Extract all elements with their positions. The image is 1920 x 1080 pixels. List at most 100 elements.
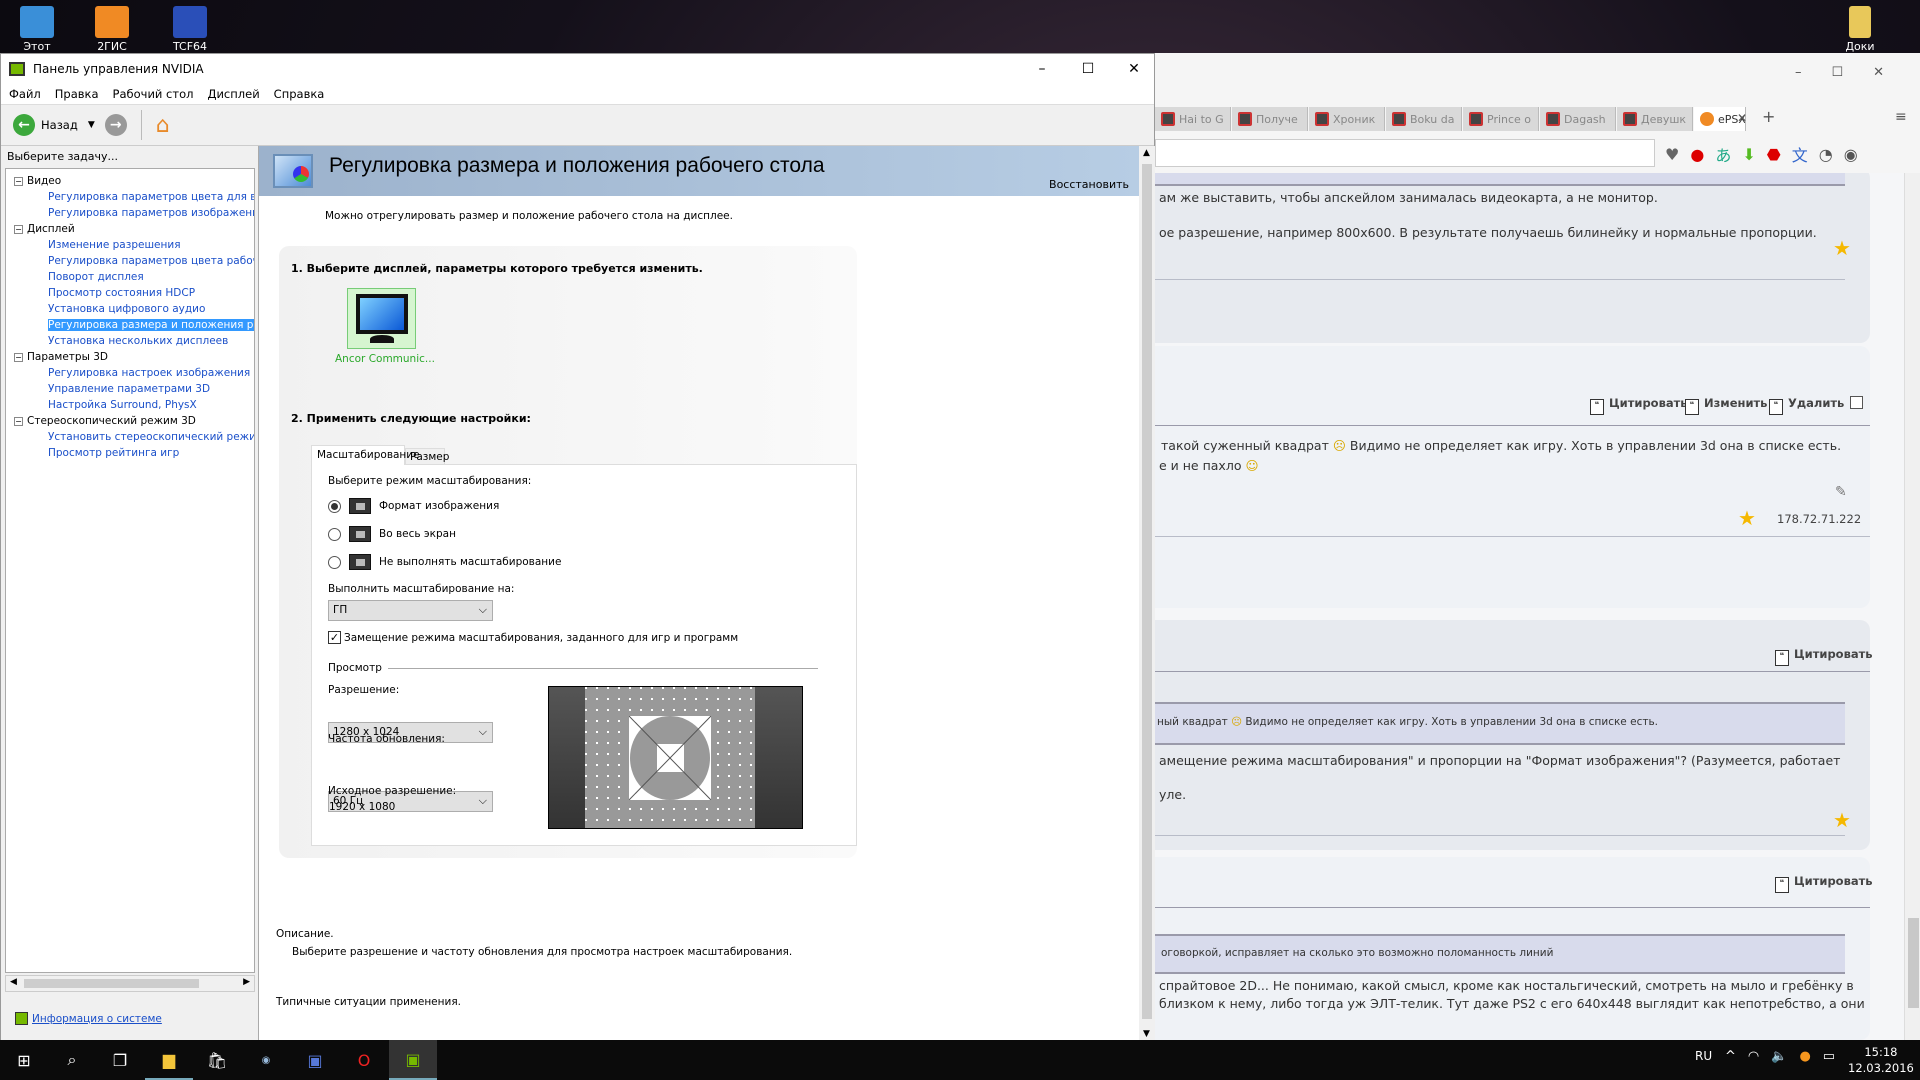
browser-tab[interactable]: Хроник [1309,107,1385,131]
mode-option-none[interactable]: Не выполнять масштабирование [328,554,561,570]
nvidia-taskbar-icon[interactable]: ▣ [389,1040,437,1080]
search-icon[interactable]: ⌕ [48,1040,96,1080]
display-selector[interactable] [347,288,416,349]
browser-tab[interactable]: Hai to G [1155,107,1231,131]
delete-button[interactable]: Удалить [1769,396,1844,415]
mode-option-fullscreen[interactable]: Во весь экран [328,526,456,542]
app-icon[interactable]: ◉ [242,1040,290,1080]
opera-icon[interactable]: ● [1690,145,1704,164]
account-icon[interactable]: ◉ [1844,145,1858,164]
tree-item[interactable]: Регулировка размера и положения рабочего… [6,317,254,333]
star-plus-icon[interactable]: ★ [1738,506,1756,530]
override-checkbox[interactable]: ✓ [328,631,341,644]
browser-tab[interactable]: Prince o [1463,107,1539,131]
address-bar[interactable] [1155,139,1655,167]
tree-item[interactable]: Настройка Surround, PhysX [6,397,254,413]
tree-item[interactable]: Установка нескольких дисплеев [6,333,254,349]
tree-group[interactable]: − Видео [6,173,254,189]
browser-tab[interactable]: Девушк [1617,107,1693,131]
tree-group[interactable]: − Параметры 3D [6,349,254,365]
browser-tab[interactable]: Boku da [1386,107,1462,131]
menu-icon[interactable]: ≡ [1895,109,1907,125]
translate-icon[interactable]: あ [1715,142,1731,166]
update-icon[interactable]: ◔ [1819,145,1833,164]
maximize-button[interactable]: ☐ [1065,54,1111,84]
store-icon[interactable]: 🛍 [193,1040,241,1080]
browser-window-controls[interactable]: –☐✕ [1795,65,1914,80]
mode-option-aspect[interactable]: Формат изображения [328,498,499,514]
volume-icon[interactable]: 🔈 [1771,1049,1787,1064]
back-button[interactable]: Назад [41,118,78,132]
radio-button[interactable] [328,555,341,569]
perform-on-select[interactable]: ГП [328,600,493,621]
file-explorer-icon[interactable]: ▆ [145,1040,193,1080]
desktop-icon-this-pc[interactable]: Этот [7,6,67,53]
scroll-left-icon[interactable]: ◀ [10,977,17,987]
tree-group[interactable]: − Стереоскопический режим 3D [6,413,254,429]
tree-item[interactable]: Установить стереоскопический режим 3D [6,429,254,445]
quote-button[interactable]: Цитировать [1775,647,1873,666]
collapse-icon[interactable]: − [14,352,23,362]
tcf64-taskbar-icon[interactable]: ▣ [291,1040,339,1080]
edit-icon[interactable]: ✎ [1835,484,1847,500]
home-icon[interactable]: ⌂ [156,113,170,138]
star-plus-icon[interactable]: ★ [1833,808,1851,832]
tree-item[interactable]: Изменение разрешения [6,237,254,253]
scroll-right-icon[interactable]: ▶ [243,977,250,987]
task-view-icon[interactable]: ❐ [96,1040,144,1080]
tree-item[interactable]: Регулировка параметров цвета для видео [6,189,254,205]
close-tab-icon[interactable]: ✕ [1737,111,1747,125]
opera-taskbar-icon[interactable]: O [340,1040,388,1080]
desktop-icon-docs[interactable]: Доки [1830,6,1890,53]
browser-tab[interactable]: Получе [1232,107,1308,131]
adblock-icon[interactable]: ⬣ [1767,145,1781,164]
collapse-icon[interactable]: − [14,224,23,234]
select-checkbox[interactable] [1850,396,1863,409]
forward-arrow-icon[interactable]: → [104,114,127,136]
desktop-icon-2gis[interactable]: 2ГИС [82,6,142,53]
quote-button[interactable]: Цитировать [1775,874,1873,893]
scrollbar-thumb[interactable] [1908,918,1919,1008]
edit-button[interactable]: Изменить [1685,396,1767,415]
menu-desktop[interactable]: Рабочий стол [113,87,194,101]
chevron-up-icon[interactable]: ^ [1725,1049,1736,1064]
scrollbar-thumb[interactable] [1142,164,1152,1019]
start-button[interactable]: ⊞ [0,1040,48,1080]
radio-button[interactable] [328,499,341,513]
tree-item[interactable]: Поворот дисплея [6,269,254,285]
tree-item[interactable]: Регулировка параметров изображения для в… [6,205,254,221]
radio-button[interactable] [328,527,341,541]
minimize-button[interactable]: – [1019,54,1065,84]
tree-item[interactable]: Просмотр рейтинга игр [6,445,254,461]
heart-icon[interactable]: ♥ [1665,145,1679,164]
menu-edit[interactable]: Правка [55,87,99,101]
tree-item[interactable]: Установка цифрового аудио [6,301,254,317]
desktop-icon-tcf64[interactable]: TCF64 [160,6,220,53]
tree-item[interactable]: Регулировка параметров цвета рабочего ст… [6,253,254,269]
menu-help[interactable]: Справка [274,87,325,101]
display-name[interactable]: Ancor Communic... [335,353,435,365]
clock[interactable]: 15:18 12.03.2016 [1848,1044,1914,1076]
tab-scaling[interactable]: Масштабирование [311,445,420,465]
system-info-link[interactable]: Информация о системе [32,1013,162,1025]
menu-file[interactable]: Файл [9,87,41,101]
override-checkbox-row[interactable]: ✓ Замещение режима масштабирования, задан… [328,631,738,644]
collapse-icon[interactable]: − [14,416,23,426]
collapse-icon[interactable]: − [14,176,23,186]
notifications-icon[interactable]: ▭ [1823,1049,1835,1064]
close-button[interactable]: ✕ [1111,54,1157,84]
browser-tab[interactable]: Dagash [1540,107,1616,131]
tree-item[interactable]: Просмотр состояния HDCP [6,285,254,301]
new-tab-icon[interactable]: + [1762,107,1775,126]
quote-button[interactable]: Цитировать [1590,396,1688,415]
translator-icon[interactable]: 文 [1792,142,1808,166]
tree-group[interactable]: − Дисплей [6,221,254,237]
language-indicator[interactable]: RU [1695,1049,1712,1063]
menu-display[interactable]: Дисплей [207,87,259,101]
back-arrow-icon[interactable]: ← [13,114,35,136]
tree-item[interactable]: Регулировка настроек изображения с просм… [6,365,254,381]
scrollbar-thumb[interactable] [24,979,199,988]
browser-scrollbar[interactable] [1904,173,1920,1040]
main-scrollbar[interactable]: ▲ ▼ [1139,146,1155,1041]
wifi-icon[interactable]: ◠ [1748,1049,1759,1064]
